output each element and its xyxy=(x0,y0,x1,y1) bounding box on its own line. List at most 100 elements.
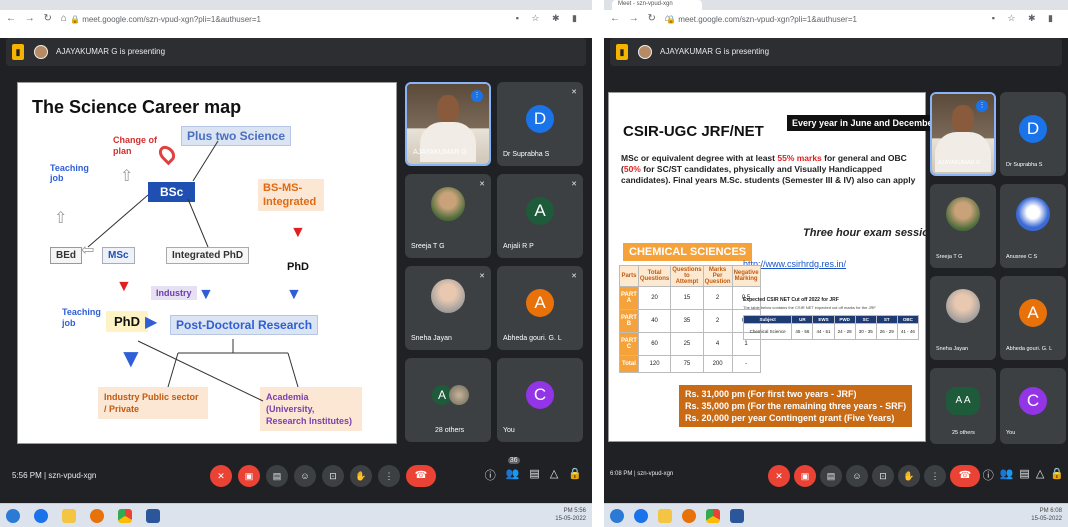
extension-icons[interactable]: ▪ ☆ ✱ ▮ xyxy=(516,13,582,24)
camera-toggle-button[interactable]: ▣ xyxy=(238,465,260,487)
table-cell: 15 xyxy=(670,286,704,310)
table-row: PART C 60 25 4 1 xyxy=(619,332,761,356)
word-icon[interactable] xyxy=(146,509,160,523)
start-icon[interactable] xyxy=(610,509,624,523)
meeting-controls: 5:56 PM | szn-vpud-xgn ✕ ▣ ▤ ☺ ⊡ ✋ ⋮ ☎ ⓘ… xyxy=(0,457,592,497)
tile-name: Sneha Jayan xyxy=(411,335,452,342)
system-tray: PM 5:56 15-05-2022 xyxy=(555,508,586,522)
windows-taskbar: PM 5:56 15-05-2022 xyxy=(0,503,592,527)
raise-hand-button[interactable]: ✋ xyxy=(898,465,920,487)
extension-icons[interactable]: ▪ ☆ ✱ ▮ xyxy=(992,13,1058,24)
others-tile[interactable]: A A 25 others xyxy=(930,368,996,444)
tab-strip: Meet - szn-vpud-xgn xyxy=(604,0,1068,10)
folder-icon[interactable] xyxy=(658,509,672,523)
people-icon[interactable]: 👥 36 xyxy=(506,457,520,483)
ie-icon[interactable] xyxy=(634,509,648,523)
exam-session-label: Three hour exam session xyxy=(803,227,936,239)
browser-tab[interactable]: Meet - szn-vpud-xgn xyxy=(612,0,702,10)
chrome-icon[interactable] xyxy=(118,509,132,523)
table-cell: 60 xyxy=(637,332,672,356)
cutoff-subtitle: The table below contains the CSIR NET ex… xyxy=(743,305,876,310)
presenting-bar: ▮ AJAYAKUMAR G is presenting xyxy=(6,38,586,66)
raise-hand-button[interactable]: ✋ xyxy=(350,465,372,487)
mic-off-icon: ✕ xyxy=(571,89,577,96)
ie-icon[interactable] xyxy=(34,509,48,523)
others-tile[interactable]: A 28 others xyxy=(405,358,491,442)
participant-tile[interactable]: Sreeja T G xyxy=(930,184,996,268)
reactions-button[interactable]: ☺ xyxy=(846,465,868,487)
meeting-controls: 6:08 PM | szn-vpud-xgn ✕ ▣ ▤ ☺ ⊡ ✋ ⋮ ☎ ⓘ… xyxy=(604,457,1068,497)
table-cell: Chemical Science xyxy=(742,323,793,340)
folder-icon[interactable] xyxy=(62,509,76,523)
chat-icon[interactable]: ▤ xyxy=(529,467,539,483)
table-row: PART B403520.5 xyxy=(619,309,761,333)
avatar: A xyxy=(526,196,554,225)
avatar xyxy=(431,187,465,222)
reactions-button[interactable]: ☺ xyxy=(294,465,316,487)
end-call-button[interactable]: ☎ xyxy=(406,465,436,487)
avatar-photo xyxy=(449,385,469,405)
table-header-row: Subject UR EWS PWD SC ST OBC xyxy=(742,315,920,324)
media-icon[interactable] xyxy=(682,509,696,523)
mic-toggle-button[interactable]: ✕ xyxy=(768,465,790,487)
lock-icon[interactable]: 🔒 xyxy=(1050,467,1064,483)
participant-tile[interactable]: D ✕ Dr Suprabha S xyxy=(497,82,583,166)
present-button[interactable]: ⊡ xyxy=(322,465,344,487)
word-icon[interactable] xyxy=(730,509,744,523)
table-cell: 45 - 56 xyxy=(791,323,814,340)
activities-icon[interactable]: △ xyxy=(1036,467,1044,483)
self-tile[interactable]: C You xyxy=(497,358,583,442)
participant-tile[interactable]: D Dr Suprabha S xyxy=(1000,92,1066,176)
people-icon[interactable]: 👥 xyxy=(1000,467,1014,483)
participant-tile-presenter[interactable]: ⋮ AJAYAKUMAR G xyxy=(405,82,491,166)
self-tile[interactable]: C You xyxy=(1000,368,1066,444)
info-icon[interactable]: ⓘ xyxy=(983,467,994,483)
camera-toggle-button[interactable]: ▣ xyxy=(794,465,816,487)
participant-tile[interactable]: ✕ Sreeja T G xyxy=(405,174,491,258)
mic-toggle-button[interactable]: ✕ xyxy=(210,465,232,487)
lock-icon[interactable]: 🔒 xyxy=(568,467,582,483)
participant-tile[interactable]: A ✕ Anjali R P xyxy=(497,174,583,258)
speaking-icon: ⋮ xyxy=(471,90,483,102)
participant-tile[interactable]: A Abheda gouri. G. L xyxy=(1000,276,1066,360)
participant-tile[interactable]: Sneha Jayan xyxy=(930,276,996,360)
avatar xyxy=(431,279,465,314)
table-cell: 30 - 35 xyxy=(854,323,877,340)
participant-tile[interactable]: A ✕ Abheda gouri. G. L xyxy=(497,266,583,350)
avatar: A A xyxy=(946,387,980,416)
table-cell: 75 xyxy=(670,355,704,373)
chat-icon[interactable]: ▤ xyxy=(1019,467,1029,483)
table-cell: 120 xyxy=(637,355,672,373)
address-bar[interactable]: 🔒 meet.google.com/szn-vpud-xgn?pli=1&aut… xyxy=(70,15,261,31)
nav-buttons[interactable]: ← → ↻ ⌂ xyxy=(6,13,70,24)
avatar xyxy=(946,289,980,324)
table-row: Chemical Science 45 - 56 44 - 51 24 - 28 30 … xyxy=(742,323,920,340)
address-bar[interactable]: 🔒 meet.google.com/szn-vpud-xgn?pli=1&aut… xyxy=(666,15,857,31)
nav-buttons[interactable]: ← → ↻ ⌂ xyxy=(610,13,674,24)
tile-name: Abheda gouri. G. L xyxy=(1006,346,1053,352)
stipend-box: Rs. 31,000 pm (For first two years - JRF… xyxy=(679,385,913,427)
info-icon[interactable]: ⓘ xyxy=(485,467,496,483)
present-button[interactable]: ⊡ xyxy=(872,465,894,487)
presentation-icon: ▮ xyxy=(12,44,24,60)
start-icon[interactable] xyxy=(6,509,20,523)
participant-tile-presenter[interactable]: ⋮ AJAYAKUMAR G xyxy=(930,92,996,176)
table-header-cell: OBC xyxy=(896,315,920,324)
chrome-icon[interactable] xyxy=(706,509,720,523)
presentation-icon: ▮ xyxy=(616,44,628,60)
avatar: D xyxy=(526,104,554,133)
captions-button[interactable]: ▤ xyxy=(820,465,842,487)
more-options-button[interactable]: ⋮ xyxy=(924,465,946,487)
end-call-button[interactable]: ☎ xyxy=(950,465,980,487)
captions-button[interactable]: ▤ xyxy=(266,465,288,487)
media-icon[interactable] xyxy=(90,509,104,523)
participant-tile[interactable]: ✕ Sneha Jayan xyxy=(405,266,491,350)
table-cell: 2 xyxy=(702,309,733,333)
meeting-time-code: 5:56 PM | szn-vpud-xgn xyxy=(12,471,97,480)
table-cell: PART B xyxy=(619,309,639,333)
browser-chrome: Meet - szn-vpud-xgn ← → ↻ ⌂ 🔒 meet.googl… xyxy=(604,0,1068,38)
shared-slide: The Science Career map Change of plan Pl… xyxy=(17,82,397,444)
activities-icon[interactable]: △ xyxy=(550,467,558,483)
participant-tile[interactable]: Anusree C S xyxy=(1000,184,1066,268)
more-options-button[interactable]: ⋮ xyxy=(378,465,400,487)
